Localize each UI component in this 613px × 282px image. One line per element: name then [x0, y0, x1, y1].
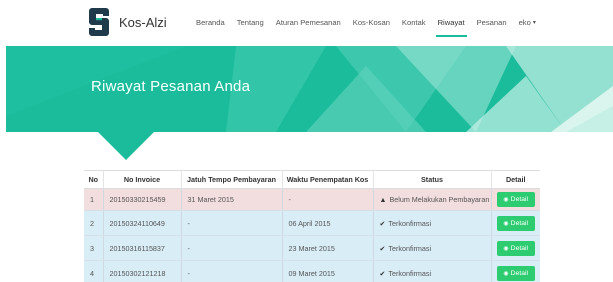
page-title: Riwayat Pesanan Anda	[91, 78, 251, 95]
cell-due-date: -	[181, 235, 283, 261]
detail-label: Detail	[510, 196, 529, 203]
detail-button[interactable]: ◉ Detail	[496, 240, 535, 256]
cell-detail: ◉ Detail	[491, 235, 540, 261]
cell-no: 2	[84, 210, 104, 236]
cell-no: 4	[84, 260, 104, 282]
status-text: Terkonfirmasi	[388, 268, 432, 278]
status-text: Terkonfirmasi	[388, 218, 432, 228]
eye-icon: ◉	[503, 197, 509, 203]
detail-button[interactable]: ◉ Detail	[496, 265, 535, 281]
cell-no: 3	[84, 235, 104, 261]
brand[interactable]: Kos-Alzi	[88, 5, 167, 39]
warning-icon: ▲	[379, 197, 387, 204]
s-logo-icon	[89, 8, 109, 36]
cell-status: ✔ Terkonfirmasi	[373, 260, 492, 282]
cell-detail: ◉ Detail	[491, 188, 540, 211]
cell-status: ▲ Belum Melakukan Pembayaran	[373, 188, 492, 211]
check-icon: ✔	[379, 220, 386, 228]
cell-invoice: 20150324110649	[103, 210, 182, 236]
cell-placement: 06 April 2015	[282, 210, 374, 236]
nav-links: Beranda Tentang Aturan Pemesanan Kos-Kos…	[196, 0, 548, 44]
cell-invoice: 20150302121218	[103, 260, 182, 282]
table-row: 1 20150330215459 31 Maret 2015 - ▲ Belum …	[84, 188, 540, 211]
detail-label: Detail	[510, 219, 529, 227]
detail-button[interactable]: ◉ Detail	[496, 215, 535, 231]
order-history-table: No No Invoice Jatuh Tempo Pembayaran Wak…	[84, 170, 540, 282]
nav-item-aturan-pemesanan[interactable]: Aturan Pemesanan	[276, 0, 341, 44]
eye-icon: ◉	[503, 220, 509, 227]
brand-name: Kos-Alzi	[119, 14, 167, 30]
cell-due-date: -	[181, 260, 283, 282]
user-menu[interactable]: eko ▾	[519, 0, 536, 44]
col-header-due-date: Jatuh Tempo Pembayaran	[181, 170, 283, 189]
eye-icon: ◉	[503, 270, 509, 277]
cell-placement: 23 Maret 2015	[282, 235, 374, 261]
table-row: 2 20150324110649 - 06 April 2015 ✔ Terkon…	[84, 210, 540, 236]
check-icon: ✔	[379, 270, 386, 278]
cell-detail: ◉ Detail	[491, 210, 540, 236]
hero-background	[6, 46, 613, 160]
eye-icon: ◉	[503, 245, 509, 252]
check-icon: ✔	[379, 245, 386, 253]
detail-label: Detail	[510, 269, 529, 277]
cell-invoice: 20150330215459	[103, 188, 182, 211]
col-header-no: No	[84, 170, 104, 189]
cell-invoice: 20150316115837	[103, 235, 182, 261]
nav-item-kos-kosan[interactable]: Kos-Kosan	[353, 0, 390, 44]
col-header-status: Status	[373, 170, 492, 189]
nav-item-tentang[interactable]: Tentang	[237, 0, 264, 44]
cell-status: ✔ Terkonfirmasi	[373, 235, 492, 261]
cell-no: 1	[84, 188, 104, 211]
table-header-row: No No Invoice Jatuh Tempo Pembayaran Wak…	[84, 170, 540, 189]
cell-due-date: 31 Maret 2015	[181, 188, 283, 211]
cell-detail: ◉ Detail	[491, 260, 540, 282]
nav-item-pesanan[interactable]: Pesanan	[477, 0, 507, 44]
detail-label: Detail	[510, 244, 529, 252]
table-row: 4 20150302121218 - 09 Maret 2015 ✔ Terkon…	[84, 260, 540, 282]
user-name: eko	[518, 17, 531, 27]
chevron-down-icon: ▾	[532, 19, 536, 26]
nav-item-kontak[interactable]: Kontak	[402, 0, 426, 44]
detail-button[interactable]: ◉ Detail	[496, 192, 535, 207]
table-row: 3 20150316115837 - 23 Maret 2015 ✔ Terkon…	[84, 235, 540, 261]
col-header-placement: Waktu Penempatan Kos	[282, 170, 374, 189]
cell-placement: 09 Maret 2015	[282, 260, 374, 282]
cell-placement: -	[282, 188, 374, 211]
status-text: Terkonfirmasi	[388, 243, 432, 253]
col-header-detail: Detail	[491, 170, 540, 189]
cell-due-date: -	[181, 210, 283, 236]
cell-status: ✔ Terkonfirmasi	[373, 210, 492, 236]
nav-item-beranda[interactable]: Beranda	[196, 0, 225, 44]
col-header-invoice: No Invoice	[103, 170, 182, 189]
nav-item-riwayat[interactable]: Riwayat	[435, 0, 467, 44]
hero-banner: Riwayat Pesanan Anda	[6, 46, 613, 160]
status-text: Belum Melakukan Pembayaran	[389, 195, 490, 204]
navbar: Kos-Alzi Beranda Tentang Aturan Pemesana…	[0, 0, 613, 44]
